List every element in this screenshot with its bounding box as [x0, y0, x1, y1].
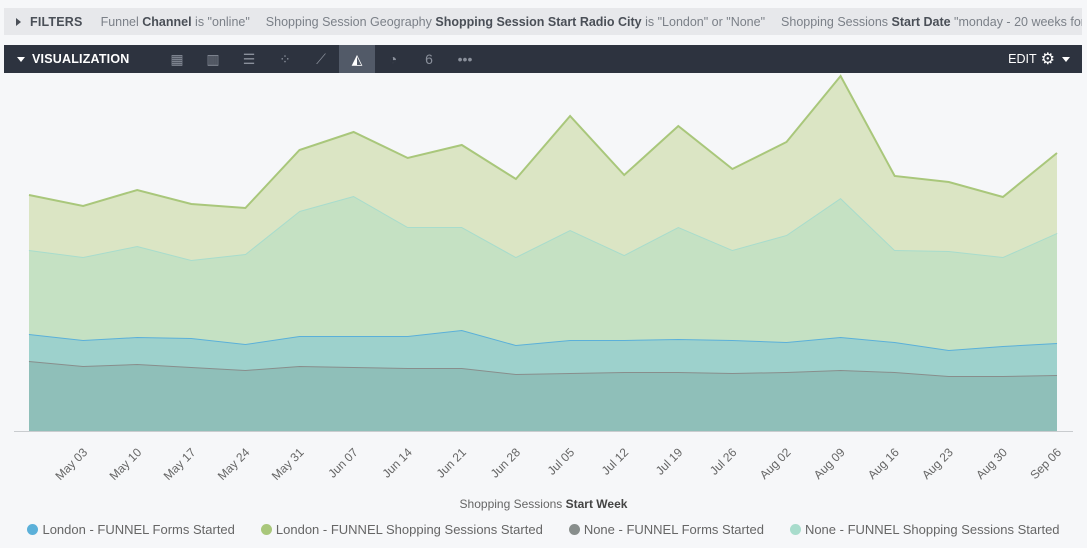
x-tick-label: Aug 30 [973, 445, 1010, 482]
x-tick-label: Jul 05 [545, 445, 578, 478]
x-tick-label: Jul 19 [653, 445, 686, 478]
legend-swatch [260, 524, 272, 535]
line-chart-icon[interactable]: ⟋ [303, 45, 339, 73]
area-chart-icon[interactable]: ◭ [339, 45, 375, 73]
legend-label: London - FUNNEL Shopping Sessions Starte… [275, 522, 543, 537]
x-tick-label: Sep 06 [1027, 445, 1064, 482]
x-axis-title: Shopping Sessions Start Week [459, 497, 628, 511]
legend-swatch [27, 524, 39, 535]
legend-swatch [568, 524, 580, 535]
x-tick-label: Jun 07 [325, 445, 361, 481]
x-tick-label: Aug 09 [811, 445, 848, 482]
filters-bar: FILTERS Funnel Channel is "online" Shopp… [4, 8, 1082, 35]
x-tick-label: Jun 28 [488, 445, 524, 481]
legend-item[interactable]: None - FUNNEL Shopping Sessions Started [789, 522, 1060, 537]
x-tick-label: May 03 [52, 445, 90, 483]
x-tick-label: Jul 26 [707, 445, 740, 478]
filter-item[interactable]: Shopping Sessions Start Date "monday - 2… [781, 15, 1082, 29]
column-chart-icon[interactable]: ▥ [195, 45, 231, 73]
legend-label: London - FUNNEL Forms Started [42, 522, 235, 537]
pie-chart-icon[interactable]: ◔ [375, 45, 411, 73]
x-tick-label: May 10 [107, 445, 145, 483]
gear-icon: ⚙ [1040, 51, 1055, 68]
collapse-triangle-icon [17, 56, 25, 62]
filter-item[interactable]: Shopping Session Geography Shopping Sess… [266, 15, 765, 29]
viz-type-buttons: ▦ ▥ ☰ ⁘ ⟋ ◭ ◔ 6 ••• [159, 45, 483, 73]
area-chart: May 03 May 10 May 17 May 24 May 31 Jun 07 Jun … [14, 74, 1073, 483]
filter-item[interactable]: Funnel Channel is "online" [101, 15, 250, 29]
legend-label: None - FUNNEL Shopping Sessions Started [804, 522, 1060, 537]
visualization-toggle[interactable]: VISUALIZATION [4, 52, 159, 66]
chart-legend: London - FUNNEL Forms Started London - FU… [0, 522, 1087, 537]
x-tick-label: Jun 21 [434, 445, 470, 481]
single-value-icon[interactable]: 6 [411, 45, 447, 73]
edit-button[interactable]: EDIT ⚙ [1008, 49, 1070, 69]
x-tick-label: May 24 [215, 445, 253, 483]
x-tick-label: Jun 14 [379, 445, 415, 481]
chevron-down-icon [1062, 56, 1070, 62]
bar-chart-icon[interactable]: ☰ [231, 45, 267, 73]
expand-triangle-icon [16, 17, 21, 26]
scatter-chart-icon[interactable]: ⁘ [267, 45, 303, 73]
filters-toggle[interactable]: FILTERS [4, 15, 83, 29]
table-icon[interactable]: ▦ [159, 45, 195, 73]
legend-item[interactable]: None - FUNNEL Forms Started [568, 522, 764, 537]
visualization-bar: VISUALIZATION ▦ ▥ ☰ ⁘ ⟋ ◭ ◔ 6 ••• EDIT ⚙ [4, 45, 1082, 73]
x-tick-label: May 31 [269, 445, 307, 483]
area-series-3[interactable] [29, 76, 1057, 260]
more-icon[interactable]: ••• [447, 45, 483, 73]
x-tick-label: May 17 [161, 445, 199, 483]
x-tick-label: Aug 23 [919, 445, 956, 482]
legend-swatch [789, 524, 801, 535]
legend-item[interactable]: London - FUNNEL Shopping Sessions Starte… [260, 522, 543, 537]
x-tick-label: Aug 16 [865, 445, 902, 482]
legend-item[interactable]: London - FUNNEL Forms Started [27, 522, 235, 537]
x-tick-label: Jul 12 [599, 445, 632, 478]
x-tick-label: Aug 02 [757, 445, 794, 482]
legend-label: None - FUNNEL Forms Started [583, 522, 764, 537]
